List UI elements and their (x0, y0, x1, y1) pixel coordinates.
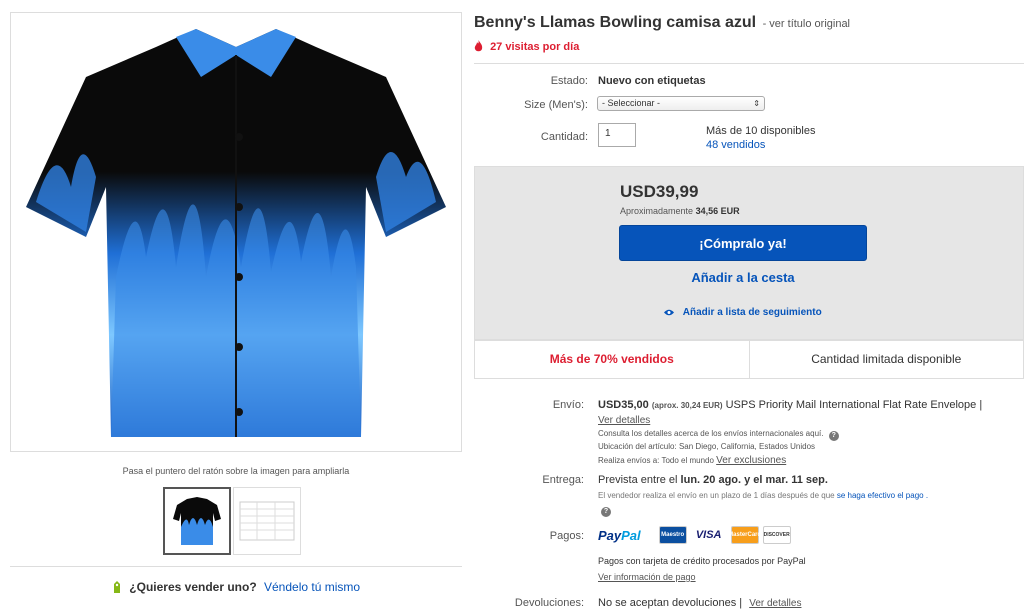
add-to-watchlist-button[interactable]: Añadir a lista de seguimiento (619, 307, 867, 318)
sold-count-link[interactable]: 48 vendidos (706, 138, 815, 152)
limited-quantity-signal: Cantidad limitada disponible (811, 352, 962, 366)
sold-percent-signal: Más de 70% vendidos (475, 341, 750, 378)
delivery-note: El vendedor realiza el envío en un plazo… (598, 491, 928, 500)
approx-value: 34,56 EUR (695, 206, 740, 216)
help-icon[interactable]: ? (828, 431, 839, 441)
delivery-prefix: Prevista entre el (598, 474, 678, 486)
paypal-logo: PayPal (598, 528, 641, 543)
eye-icon (664, 309, 675, 316)
returns-label: Devoluciones: (514, 597, 584, 609)
select-arrows-icon: ⇕ (753, 99, 760, 108)
flame-icon (474, 40, 483, 52)
paypal-logo-part1: Pay (598, 527, 622, 543)
delivery-help: ? (598, 505, 611, 517)
returns-value: No se aceptan devoluciones (598, 597, 737, 609)
size-chart-thumbnail-image (239, 501, 295, 541)
shipping-service: USPS Priority Mail International Flat Ra… (725, 399, 977, 411)
delivery-note-text: El vendedor realiza el envío en un plazo… (598, 491, 835, 500)
price-tag-icon (113, 581, 120, 593)
thumbnail-size-chart[interactable] (233, 487, 301, 555)
views-badge: 27 visitas por día (474, 40, 579, 53)
item-title: Benny's Llamas Bowling camisa azul - ver… (474, 14, 850, 32)
size-select[interactable]: - Seleccionar - ⇕ (597, 96, 765, 111)
payment-methods: PayPal Maestro VISA MasterCard DISCOVER (598, 526, 791, 544)
quantity-label: Cantidad: (540, 131, 588, 143)
delivery-label: Entrega: (542, 474, 584, 486)
shirt-thumbnail-image (173, 497, 221, 545)
shirt-image (26, 29, 446, 437)
sell-one-row: ¿Quieres vender uno? Véndelo tú mismo (10, 566, 462, 594)
sell-it-link[interactable]: Véndelo tú mismo (264, 580, 360, 594)
shipping-label: Envío: (552, 399, 584, 411)
item-title-text: Benny's Llamas Bowling camisa azul (474, 14, 757, 31)
shipping-cost: USD35,00 (598, 399, 649, 411)
add-to-cart-button[interactable]: Añadir a la cesta (619, 270, 867, 285)
approx-prefix: Aproximadamente (620, 206, 694, 216)
intl-note-text: Consulta los detalles acerca de los enví… (598, 429, 824, 438)
delivery-estimate: Prevista entre el lun. 20 ago. y el mar.… (598, 474, 828, 486)
original-title-link[interactable]: - ver título original (763, 18, 850, 30)
payments-label: Pagos: (549, 530, 584, 542)
delivery-help-icon[interactable]: ? (601, 507, 611, 517)
condition-label: Estado: (550, 75, 588, 87)
thumbnail-shirt[interactable] (163, 487, 231, 555)
payment-received-link[interactable]: se haga efectivo el pago . (837, 491, 928, 500)
thumbnail-strip (163, 487, 301, 555)
returns-details-link[interactable]: Ver detalles (749, 598, 801, 609)
visa-card-icon: VISA (690, 526, 727, 544)
ships-to-label: Realiza envíos a: (598, 456, 660, 465)
ships-to: Realiza envíos a: Todo el mundo Ver excl… (598, 455, 786, 466)
buy-now-button[interactable]: ¡Cómpralo ya! (619, 225, 867, 261)
returns-info: No se aceptan devoluciones | Ver detalle… (598, 597, 802, 609)
availability: Más de 10 disponibles 48 vendidos (706, 124, 815, 152)
zoom-hint: Pasa el puntero del ratón sobre la image… (122, 466, 350, 476)
mastercard-icon: MasterCard (728, 526, 761, 544)
payment-note: Pagos con tarjeta de crédito procesados … (598, 556, 806, 566)
shipping-info: USD35,00 (aprox. 30,24 EUR) USPS Priorit… (598, 399, 983, 426)
approx-price: Aproximadamente 34,56 EUR (620, 206, 740, 216)
available-count: Más de 10 disponibles (706, 125, 816, 137)
urgency-signals: Más de 70% vendidos Cantidad limitada di… (474, 340, 1024, 379)
sell-question: ¿Quieres vender uno? (129, 580, 257, 594)
location-value: San Diego, California, Estados Unidos (678, 442, 816, 451)
intl-shipping-note: Consulta los detalles acerca de los enví… (598, 429, 839, 441)
item-location: Ubicación del artículo: San Diego, Calif… (598, 442, 815, 451)
condition-value: Nuevo con etiquetas (598, 75, 706, 87)
title-divider (474, 63, 1024, 64)
watchlist-label: Añadir a lista de seguimiento (682, 307, 822, 318)
item-price: USD39,99 (620, 182, 699, 201)
ships-to-value: Todo el mundo (661, 456, 714, 465)
discover-card-icon: DISCOVER (762, 526, 791, 544)
main-product-image[interactable] (10, 12, 462, 452)
maestro-card-icon: Maestro (658, 526, 687, 544)
size-label: Size (Men's): (524, 99, 588, 111)
size-select-value: - Seleccionar - (602, 98, 661, 108)
location-label: Ubicación del artículo: (598, 442, 677, 451)
payment-info-link[interactable]: Ver información de pago (598, 572, 696, 582)
shipping-approx: (aprox. 30,24 EUR) (651, 401, 723, 410)
shipping-details-link[interactable]: Ver detalles (598, 415, 650, 426)
delivery-dates: lun. 20 ago. y el mar. 11 sep. (680, 474, 828, 486)
quantity-input[interactable]: 1 (598, 123, 636, 147)
item-page: Pasa el puntero del ratón sobre la image… (0, 0, 1024, 614)
paypal-logo-part2: Pal (621, 527, 641, 543)
exclusions-link[interactable]: Ver exclusiones (716, 455, 786, 466)
views-count: 27 visitas por día (490, 41, 580, 53)
